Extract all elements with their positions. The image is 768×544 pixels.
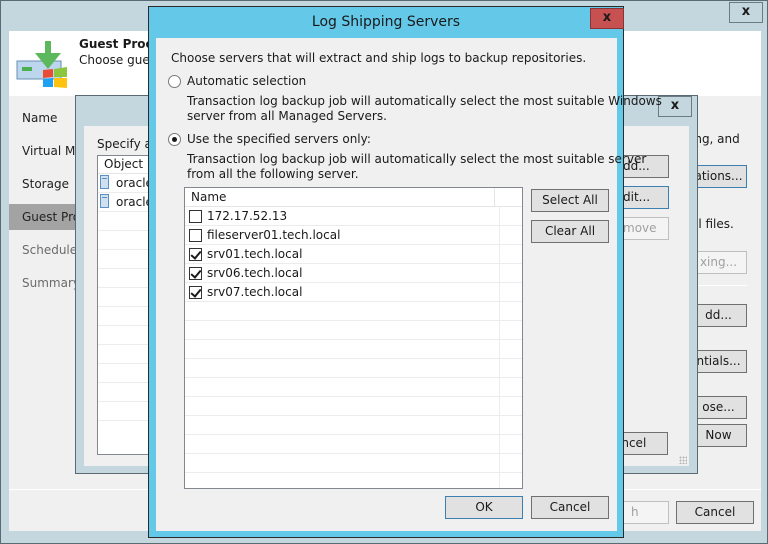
server-name: 172.17.52.13 xyxy=(207,209,288,223)
server-list[interactable]: Name 172.17.52.13 fileserver01.tech.loca… xyxy=(184,187,523,489)
server-row[interactable]: 172.17.52.13 xyxy=(185,207,522,226)
specified-servers-radio[interactable]: Use the specified servers only: xyxy=(168,131,371,147)
empty-row xyxy=(185,454,522,473)
specified-description-line1: Transaction log backup job will automati… xyxy=(187,152,647,166)
nav-step-schedule[interactable]: Schedule xyxy=(9,237,77,263)
automatic-selection-label: Automatic selection xyxy=(187,74,307,88)
automatic-description-line2: server from all Managed Servers. xyxy=(187,109,387,123)
specified-description-line2: from all the following server. xyxy=(187,167,359,181)
select-all-button[interactable]: Select All xyxy=(531,189,609,212)
resize-grip[interactable] xyxy=(679,456,687,464)
checkbox-unchecked-icon[interactable] xyxy=(189,209,202,223)
server-row[interactable]: fileserver01.tech.local xyxy=(185,226,522,245)
nav-step-summary[interactable]: Summary xyxy=(9,270,77,296)
close-icon: x xyxy=(602,10,612,25)
nav-step-virtual-machines[interactable]: Virtual Machines xyxy=(9,138,77,164)
name-column-header[interactable]: Name xyxy=(185,188,495,206)
nav-step-guest-processing[interactable]: Guest Processing xyxy=(9,204,77,230)
server-list-header: Name xyxy=(185,188,522,207)
add-button[interactable]: dd... xyxy=(690,304,747,327)
indexing-button[interactable]: xing... xyxy=(690,251,747,274)
empty-row xyxy=(185,416,522,435)
server-name: srv06.tech.local xyxy=(207,266,303,280)
choose-button[interactable]: ose... xyxy=(690,396,747,419)
log-shipping-servers-dialog: Log Shipping Servers x Choose servers th… xyxy=(148,6,662,538)
middle-dialog-close-button[interactable]: x xyxy=(658,96,692,117)
checkbox-checked-icon[interactable] xyxy=(189,247,202,261)
wizard-cancel-button[interactable]: Cancel xyxy=(676,501,754,524)
nav-step-storage[interactable]: Storage xyxy=(9,171,77,197)
empty-row xyxy=(185,397,522,416)
automatic-selection-radio[interactable]: Automatic selection xyxy=(168,73,306,89)
dialog-close-button[interactable]: x xyxy=(590,8,624,29)
nav-step-name[interactable]: Name xyxy=(9,105,77,131)
dialog-cancel-button[interactable]: Cancel xyxy=(531,496,609,519)
close-icon: x xyxy=(741,4,751,19)
radio-selected-icon[interactable] xyxy=(168,132,181,146)
intro-text: Choose servers that will extract and shi… xyxy=(171,51,587,65)
wizard-close-button[interactable]: x xyxy=(729,2,763,23)
server-row[interactable]: srv01.tech.local xyxy=(185,245,522,264)
clear-all-button[interactable]: Clear All xyxy=(531,220,609,243)
credentials-button[interactable]: ntials... xyxy=(690,350,747,373)
dialog-body: Choose servers that will extract and shi… xyxy=(156,38,662,531)
test-now-button[interactable]: Now xyxy=(690,424,747,447)
checkbox-checked-icon[interactable] xyxy=(189,285,202,299)
description-text-fragment: ing, and xyxy=(691,132,740,146)
radio-unselected-icon[interactable] xyxy=(168,74,181,88)
section-divider xyxy=(690,285,747,286)
checkbox-unchecked-icon[interactable] xyxy=(189,228,202,242)
automatic-description-line1: Transaction log backup job will automati… xyxy=(187,94,662,108)
empty-row xyxy=(185,321,522,340)
empty-row xyxy=(185,359,522,378)
server-row[interactable]: srv06.tech.local xyxy=(185,264,522,283)
applications-button[interactable]: ations... xyxy=(690,165,747,188)
checkbox-checked-icon[interactable] xyxy=(189,266,202,280)
empty-row xyxy=(185,473,522,488)
server-row[interactable]: srv07.tech.local xyxy=(185,283,522,302)
server-name: fileserver01.tech.local xyxy=(207,228,341,242)
dialog-title: Log Shipping Servers xyxy=(311,14,461,30)
empty-row xyxy=(185,340,522,359)
server-name: srv07.tech.local xyxy=(207,285,303,299)
specified-servers-label: Use the specified servers only: xyxy=(187,132,371,146)
guest-processing-icon xyxy=(16,41,67,88)
empty-row xyxy=(185,435,522,454)
empty-row xyxy=(185,378,522,397)
empty-row xyxy=(185,302,522,321)
server-name: srv01.tech.local xyxy=(207,247,303,261)
database-icon xyxy=(100,175,109,189)
ok-button[interactable]: OK xyxy=(445,496,523,519)
database-icon xyxy=(100,194,109,208)
close-icon: x xyxy=(670,98,680,113)
